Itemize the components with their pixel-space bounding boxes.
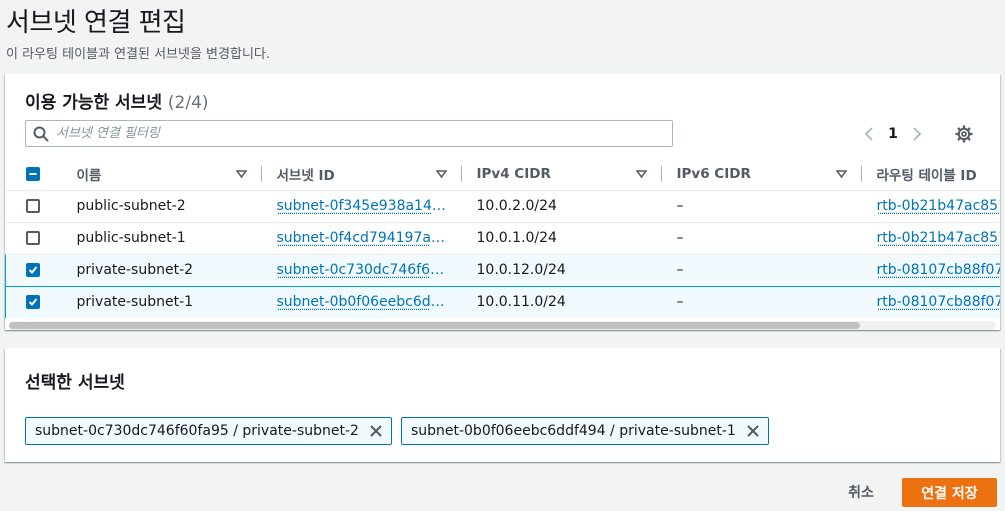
- subnet-name: public-subnet-2: [76, 198, 186, 214]
- next-page-icon[interactable]: [905, 122, 929, 146]
- settings-gear-icon[interactable]: [952, 122, 976, 146]
- filter-input[interactable]: [56, 121, 672, 146]
- selected-subnet-token: subnet-0c730dc746f60fa95 / private-subne…: [25, 417, 392, 445]
- column-label: 라우팅 테이블 ID: [876, 167, 977, 184]
- table-row[interactable]: private-subnet-1 subnet-0b0f06eebc6dd...…: [5, 285, 1001, 318]
- subnet-name: private-subnet-1: [76, 294, 194, 310]
- ipv4-cidr: 10.0.11.0/24: [476, 294, 566, 310]
- token-label: subnet-0c730dc746f60fa95 / private-subne…: [35, 423, 359, 439]
- column-label: IPv6 CIDR: [676, 165, 751, 182]
- column-header-ipv4-cidr[interactable]: IPv4 CIDR: [460, 158, 661, 191]
- row-checkbox[interactable]: [26, 295, 40, 309]
- column-header-ipv6-cidr[interactable]: IPv6 CIDR: [660, 158, 861, 191]
- ipv6-cell: –: [660, 222, 861, 255]
- selected-subnets-title: 선택한 서브넷: [25, 373, 125, 393]
- save-associations-button[interactable]: 연결 저장: [902, 478, 997, 507]
- ipv6-cidr: –: [676, 262, 684, 278]
- search-icon: [26, 121, 56, 146]
- ipv4-cidr: 10.0.1.0/24: [476, 230, 557, 246]
- table-row[interactable]: public-subnet-1 subnet-0f4cd794197a2... …: [5, 222, 1001, 255]
- subnet-name: public-subnet-1: [76, 230, 186, 246]
- column-header-route-table-id[interactable]: 라우팅 테이블 ID: [860, 158, 1000, 191]
- ipv4-cell: 10.0.2.0/24: [460, 190, 661, 223]
- route-table-cell: rtb-0b21b47ac851a0: [860, 222, 1001, 255]
- previous-page-icon[interactable]: [857, 122, 881, 146]
- row-checkbox-cell: [5, 222, 61, 255]
- subnet-id-link[interactable]: subnet-0c730dc746f60...: [277, 262, 447, 278]
- remove-token-icon[interactable]: [744, 422, 762, 440]
- scrollbar-thumb[interactable]: [9, 322, 860, 329]
- subnet-id-link[interactable]: subnet-0b0f06eebc6dd...: [277, 294, 447, 310]
- cancel-button[interactable]: 취소: [838, 480, 884, 504]
- table-row[interactable]: private-subnet-2 subnet-0c730dc746f60...…: [5, 253, 1001, 287]
- route-table-link[interactable]: rtb-08107cb88f075: [877, 262, 1001, 278]
- select-all-checkbox[interactable]: [25, 166, 40, 181]
- page-description: 이 라우팅 테이블과 연결된 서브넷을 변경합니다.: [6, 47, 270, 62]
- route-table-cell: rtb-08107cb88f075: [860, 253, 1001, 287]
- sort-caret-icon[interactable]: [435, 166, 447, 182]
- ipv4-cidr: 10.0.2.0/24: [476, 198, 557, 214]
- subnet-name: private-subnet-2: [76, 262, 194, 278]
- sort-caret-icon[interactable]: [235, 166, 247, 182]
- subnet-id-cell: subnet-0f345e938a142...: [260, 190, 461, 223]
- selection-count: (2/4): [167, 93, 209, 113]
- selected-subnets-panel: 선택한 서브넷 subnet-0c730dc746f60fa95 / priva…: [5, 348, 1000, 462]
- route-table-cell: rtb-08107cb88f075: [860, 285, 1001, 318]
- ipv6-cell: –: [660, 285, 861, 318]
- subnet-id-cell: subnet-0f4cd794197a2...: [260, 222, 461, 255]
- page-title: 서브넷 연결 편집: [6, 8, 186, 38]
- available-subnets-panel: 이용 가능한 서브넷 (2/4) 1: [5, 74, 1000, 330]
- sort-caret-icon[interactable]: [635, 166, 647, 182]
- ipv6-cidr: –: [676, 230, 684, 246]
- column-header-subnet-id[interactable]: 서브넷 ID: [260, 158, 461, 191]
- subnet-filter[interactable]: [25, 120, 673, 147]
- select-all-header: [5, 158, 61, 191]
- name-cell: private-subnet-1: [60, 285, 261, 318]
- name-cell: public-subnet-2: [60, 190, 261, 223]
- selected-subnet-tokens: subnet-0c730dc746f60fa95 / private-subne…: [25, 417, 769, 445]
- table-header-row: 이름 서브넷 ID IPv4 CIDR IPv6 CIDR 라우팅 테이블 ID: [5, 158, 1000, 191]
- row-checkbox[interactable]: [26, 263, 40, 277]
- table-row[interactable]: public-subnet-2 subnet-0f345e938a142... …: [5, 190, 1001, 223]
- ipv6-cell: –: [660, 190, 861, 223]
- selected-subnet-token: subnet-0b0f06eebc6ddf494 / private-subne…: [400, 417, 769, 445]
- available-subnets-title: 이용 가능한 서브넷: [25, 93, 162, 113]
- sort-caret-icon[interactable]: [835, 166, 847, 182]
- ipv4-cidr: 10.0.12.0/24: [476, 262, 566, 278]
- subnet-table-wrapper: 이름 서브넷 ID IPv4 CIDR IPv6 CIDR 라우팅 테이블 ID…: [5, 158, 1000, 318]
- subnet-id-cell: subnet-0c730dc746f60...: [260, 253, 461, 287]
- route-table-link[interactable]: rtb-0b21b47ac851a0: [877, 198, 1001, 214]
- subnet-id-link[interactable]: subnet-0f345e938a142...: [277, 198, 447, 214]
- ipv6-cidr: –: [676, 198, 684, 214]
- ipv6-cidr: –: [676, 294, 684, 310]
- row-checkbox-cell: [5, 190, 61, 223]
- current-page[interactable]: 1: [881, 126, 905, 142]
- row-checkbox[interactable]: [25, 199, 40, 213]
- subnet-id-cell: subnet-0b0f06eebc6dd...: [260, 285, 461, 318]
- ipv4-cell: 10.0.12.0/24: [460, 253, 661, 287]
- ipv6-cell: –: [660, 253, 861, 287]
- column-label: 이름: [76, 167, 102, 184]
- column-label: IPv4 CIDR: [476, 165, 551, 182]
- column-header-name[interactable]: 이름: [60, 158, 261, 191]
- available-subnets-header: 이용 가능한 서브넷 (2/4): [25, 88, 209, 113]
- route-table-link[interactable]: rtb-08107cb88f075: [877, 294, 1001, 310]
- ipv4-cell: 10.0.11.0/24: [460, 285, 661, 318]
- name-cell: public-subnet-1: [60, 222, 261, 255]
- name-cell: private-subnet-2: [60, 253, 261, 287]
- route-table-link[interactable]: rtb-0b21b47ac851a0: [877, 230, 1001, 246]
- row-checkbox[interactable]: [25, 231, 40, 245]
- remove-token-icon[interactable]: [367, 422, 385, 440]
- row-checkbox-cell: [5, 285, 61, 318]
- ipv4-cell: 10.0.1.0/24: [460, 222, 661, 255]
- subnet-id-link[interactable]: subnet-0f4cd794197a2...: [277, 230, 447, 246]
- column-label: 서브넷 ID: [276, 167, 335, 184]
- row-checkbox-cell: [5, 253, 61, 287]
- pagination: 1: [857, 122, 929, 146]
- subnet-table: 이름 서브넷 ID IPv4 CIDR IPv6 CIDR 라우팅 테이블 ID…: [5, 158, 1000, 318]
- token-label: subnet-0b0f06eebc6ddf494 / private-subne…: [410, 423, 736, 439]
- route-table-cell: rtb-0b21b47ac851a0: [860, 190, 1001, 223]
